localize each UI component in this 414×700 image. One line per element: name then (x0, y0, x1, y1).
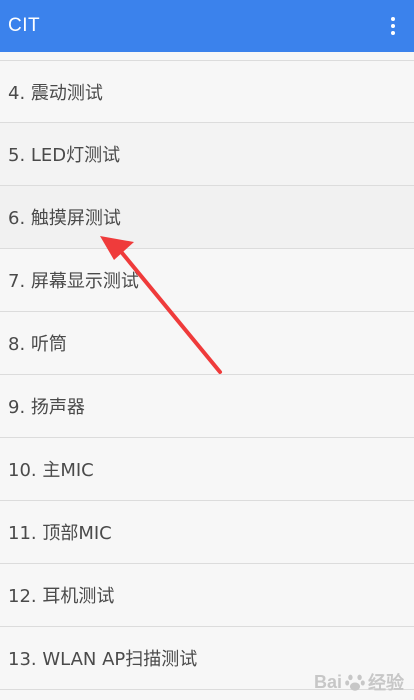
list-item-label: 7. 屏幕显示测试 (8, 271, 139, 292)
list-item-label: 13. WLAN AP扫描测试 (8, 649, 198, 670)
list-item-label: 5. LED灯测试 (8, 145, 121, 166)
list-item-label: 6. 触摸屏测试 (8, 208, 121, 229)
dot (391, 17, 395, 21)
list-item-main-mic-test[interactable]: 10. 主MIC (0, 438, 414, 501)
list-item-label: 10. 主MIC (8, 460, 94, 481)
list-item-receiver-test[interactable]: 8. 听筒 (0, 312, 414, 375)
list-item-label: 8. 听筒 (8, 334, 67, 355)
list-item-speaker-test[interactable]: 9. 扬声器 (0, 375, 414, 438)
list-item-label: 4. 震动测试 (8, 82, 103, 104)
dot (391, 31, 395, 35)
app-screen: CIT 4. 震动测试 5. LED灯测试 6. 触摸屏测试 7. 屏幕显示测试… (0, 0, 414, 700)
paw-icon (345, 674, 365, 691)
list-item-label: 9. 扬声器 (8, 397, 85, 418)
list-item-display-test[interactable]: 7. 屏幕显示测试 (0, 249, 414, 312)
watermark-text-right: 经验 (368, 673, 404, 693)
list-item-touchscreen-test[interactable]: 6. 触摸屏测试 (0, 186, 414, 249)
list-item-led-test[interactable]: 5. LED灯测试 (0, 123, 414, 186)
list-item-label: 12. 耳机测试 (8, 586, 115, 607)
dot (391, 24, 395, 28)
list-item-top-mic-test[interactable]: 11. 顶部MIC (0, 501, 414, 564)
list-item-vibration-test[interactable]: 4. 震动测试 (0, 60, 414, 123)
app-title: CIT (8, 15, 41, 36)
more-vert-icon[interactable] (382, 10, 404, 42)
test-list: 4. 震动测试 5. LED灯测试 6. 触摸屏测试 7. 屏幕显示测试 8. … (0, 60, 414, 690)
list-item-label: 11. 顶部MIC (8, 523, 112, 544)
watermark-text-left: Bai (313, 671, 342, 692)
list-item-headset-test[interactable]: 12. 耳机测试 (0, 564, 414, 627)
baidu-jingyan-watermark: Bai 经验 (314, 670, 404, 694)
app-bar: CIT (0, 0, 414, 52)
